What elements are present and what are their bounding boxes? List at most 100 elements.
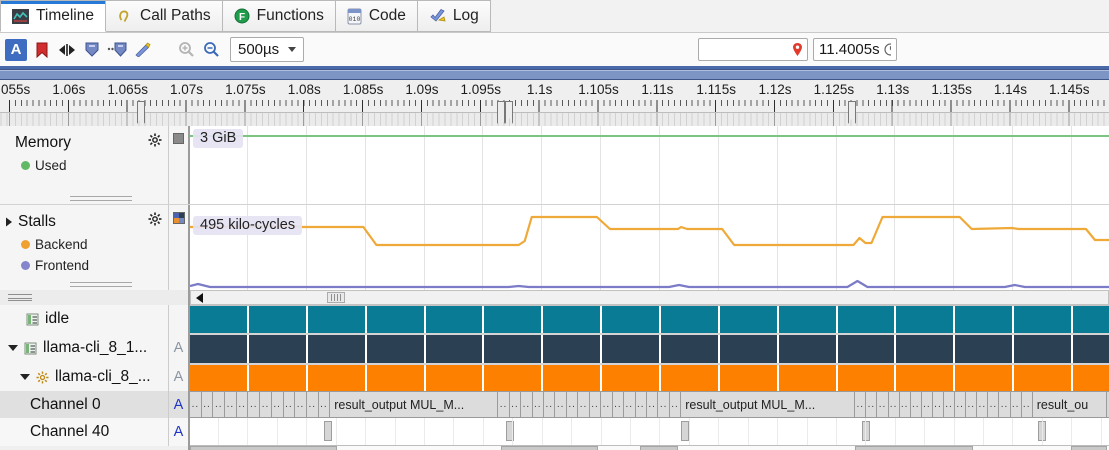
process-activity-band[interactable]: [190, 333, 1109, 363]
thread-row-header[interactable]: llama-cli_8_... A: [0, 363, 190, 391]
memory-settings-gear-icon[interactable]: [148, 133, 162, 152]
idle-row-header[interactable]: idle: [0, 305, 190, 333]
channel0-event-cell[interactable]: ..: [921, 392, 933, 417]
channel0-event-cell[interactable]: ..: [977, 392, 989, 417]
ruler-tick-label: 1.125s: [813, 82, 855, 97]
collapse-to-center-icon[interactable]: [57, 40, 77, 60]
channel0-event-cell[interactable]: ..: [213, 392, 226, 417]
memory-chart[interactable]: 3 GiB: [190, 126, 1109, 204]
channel0-event-track[interactable]: ........................ result_output MU…: [190, 391, 1109, 418]
channel0-event-cell[interactable]: ..: [201, 392, 214, 417]
gridline: [305, 335, 308, 363]
channel0-event-cell[interactable]: result_output MUL_M...: [681, 392, 856, 417]
stalls-chart-type-icon[interactable]: [168, 205, 188, 290]
process-row-header[interactable]: llama-cli_8_1... A: [0, 333, 190, 363]
channel0-event-cell[interactable]: ..: [566, 392, 579, 417]
channel0-event-cell[interactable]: ..: [271, 392, 284, 417]
memory-panel-header[interactable]: Memory Used: [0, 126, 190, 204]
channel0-event-cell[interactable]: ..: [955, 392, 967, 417]
channel0-event-cell[interactable]: ..: [866, 392, 878, 417]
channel0-event-cell[interactable]: ..: [988, 392, 1000, 417]
channel0-event-cell[interactable]: ..: [498, 392, 510, 417]
channel0-event-cell[interactable]: ..: [283, 392, 296, 417]
current-time-field[interactable]: 11.4005s: [813, 38, 897, 61]
goto-marker-input[interactable]: [698, 38, 808, 61]
tab-functions[interactable]: F Functions: [222, 0, 336, 32]
channel0-event-cell[interactable]: ..: [532, 392, 544, 417]
channel0-event-cell[interactable]: ..: [225, 392, 237, 417]
channel0-event-cell[interactable]: ..: [899, 392, 911, 417]
channel0-event-cell[interactable]: ..: [910, 392, 922, 417]
channel0-event-cell[interactable]: ..: [578, 392, 590, 417]
annotation-badge[interactable]: A: [168, 333, 188, 363]
marker-range-end-icon[interactable]: [107, 40, 127, 60]
zoom-in-icon[interactable]: [176, 40, 196, 60]
channel0-event-cell[interactable]: ..: [1010, 392, 1022, 417]
channel0-event-cell[interactable]: ..: [944, 392, 956, 417]
channel0-event-cell[interactable]: result_ou: [1032, 392, 1107, 417]
horizontal-scrollbar[interactable]: [190, 290, 1109, 305]
channel0-event-cell[interactable]: ..: [624, 392, 636, 417]
tab-call-paths[interactable]: Call Paths: [106, 0, 223, 32]
bookmark-icon[interactable]: [32, 40, 52, 60]
scroll-left-button[interactable]: [193, 292, 206, 303]
channel0-event-cell[interactable]: ..: [589, 392, 602, 417]
channel0-event-cell[interactable]: ..: [669, 392, 682, 417]
annotation-badge[interactable]: A: [168, 418, 188, 446]
channel0-event-cell[interactable]: ..: [601, 392, 613, 417]
annotation-badge[interactable]: A: [168, 391, 188, 418]
channel0-row-header[interactable]: Channel 0 A: [0, 391, 190, 418]
expand-triangle-icon[interactable]: [8, 345, 18, 351]
channel0-event-cell[interactable]: ..: [658, 392, 670, 417]
channel40-event-track[interactable]: [190, 418, 1109, 446]
tab-timeline[interactable]: Timeline: [0, 0, 106, 32]
channel0-event-cell[interactable]: ..: [932, 392, 944, 417]
channel0-event-cell[interactable]: ..: [635, 392, 647, 417]
scrollbar-thumb[interactable]: [327, 292, 345, 303]
zoom-out-icon[interactable]: [201, 40, 221, 60]
channel40-event-tick[interactable]: [681, 421, 689, 441]
tab-code[interactable]: 010 Code: [335, 0, 418, 32]
tab-log[interactable]: Log: [417, 0, 491, 32]
channel0-event-cell[interactable]: ..: [318, 392, 331, 417]
channel0-event-cell[interactable]: ..: [877, 392, 889, 417]
channel0-event-cell[interactable]: ..: [190, 392, 202, 417]
edit-annotation-icon[interactable]: [132, 40, 152, 60]
idle-activity-band[interactable]: [190, 305, 1109, 333]
panel-splitter[interactable]: [0, 290, 190, 305]
channel0-event-cell[interactable]: ..: [999, 392, 1011, 417]
annotation-badge[interactable]: A: [168, 363, 188, 391]
channel0-event-cell[interactable]: ..: [521, 392, 533, 417]
channel0-event-cell[interactable]: ..: [509, 392, 522, 417]
channel0-event-cell[interactable]: ..: [236, 392, 249, 417]
channel0-event-cell[interactable]: ..: [555, 392, 567, 417]
collapse-arrow-icon[interactable]: [5, 217, 13, 227]
time-range-scrollbar[interactable]: [0, 69, 1109, 80]
channel0-event-cell[interactable]: ..: [612, 392, 625, 417]
channel0-event-cell[interactable]: ..: [855, 392, 867, 417]
stalls-settings-gear-icon[interactable]: [148, 212, 162, 231]
memory-chart-type-icon[interactable]: [168, 126, 188, 204]
channel0-event-cell[interactable]: ..: [306, 392, 319, 417]
memory-panel-resize-handle[interactable]: [70, 196, 132, 201]
annotation-mode-button[interactable]: A: [5, 38, 27, 61]
channel0-event-cell[interactable]: ..: [295, 392, 307, 417]
stalls-panel-resize-handle[interactable]: [70, 282, 132, 287]
channel0-event-cell[interactable]: ..: [966, 392, 978, 417]
channel0-event-cell[interactable]: ..: [646, 392, 659, 417]
channel0-event-cell[interactable]: ..: [1021, 392, 1033, 417]
stalls-panel-header[interactable]: Stalls Backend Frontend: [0, 205, 190, 290]
time-scale-dropdown[interactable]: 500µs: [230, 37, 305, 62]
channel40-row-header[interactable]: Channel 40 A: [0, 418, 190, 446]
channel0-event-cell[interactable]: ..: [248, 392, 261, 417]
channel0-event-cell[interactable]: ..: [260, 392, 272, 417]
channel0-event-cell[interactable]: ..: [888, 392, 900, 417]
marker-range-start-icon[interactable]: [82, 40, 102, 60]
channel0-event-cell[interactable]: result_output MUL_M...: [330, 392, 499, 417]
stalls-chart[interactable]: 495 kilo-cycles: [190, 205, 1109, 290]
expand-triangle-icon[interactable]: [20, 374, 30, 380]
time-ruler[interactable]: 1.055s 1.06s 1.065s 1.07s 1.075s 1.08s 1.085s 1…: [0, 80, 1109, 126]
thread-activity-band[interactable]: [190, 363, 1109, 391]
channel40-event-tick[interactable]: [324, 421, 332, 441]
channel0-event-cell[interactable]: ..: [544, 392, 556, 417]
